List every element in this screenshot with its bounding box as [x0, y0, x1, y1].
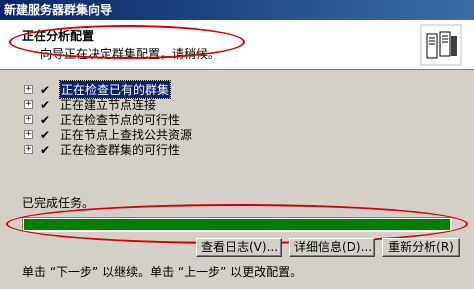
checkmark-icon: ✔	[40, 97, 51, 112]
expand-icon[interactable]: +	[24, 130, 33, 139]
checkmark-icon: ✔	[40, 112, 51, 127]
window-title: 新建服务器群集向导	[4, 3, 113, 17]
task-item[interactable]: + ✔ 正在检查节点的可行性	[24, 112, 192, 127]
details-button[interactable]: 详细信息(D)...	[289, 238, 375, 257]
progress-bar	[22, 217, 452, 232]
task-item[interactable]: + ✔ 正在建立节点连接	[24, 97, 192, 112]
expand-icon[interactable]: +	[24, 85, 33, 94]
checkmark-icon: ✔	[40, 127, 51, 142]
expand-icon[interactable]: +	[24, 115, 33, 124]
task-item[interactable]: + ✔ 正在节点上查找公共资源	[24, 127, 192, 142]
reanalyze-button[interactable]: 重新分析(R)	[382, 238, 460, 257]
task-list: + ✔ 正在检查已有的群集 + ✔ 正在建立节点连接 + ✔ 正在检查节点的可行…	[24, 80, 192, 157]
task-item[interactable]: + ✔ 正在检查已有的群集	[24, 80, 192, 99]
progress-fill	[24, 219, 450, 230]
status-text: 已完成任务。	[22, 196, 95, 210]
checkmark-icon: ✔	[40, 82, 51, 97]
task-item[interactable]: + ✔ 正在检查群集的可行性	[24, 142, 192, 157]
window-title-bar[interactable]: 新建服务器群集向导	[0, 0, 474, 20]
task-label[interactable]: 正在检查群集的可行性	[60, 141, 180, 158]
expand-icon[interactable]: +	[24, 145, 33, 154]
footer-instructions: 单击 “下一步” 以继续。单击 “上一步” 以更改配置。	[22, 265, 303, 279]
view-log-button[interactable]: 查看日志(V)...	[196, 238, 282, 257]
page-subtitle: 向导正在决定群集配置，请稍候。	[40, 47, 221, 61]
server-cluster-icon	[420, 24, 462, 66]
wizard-header: 正在分析配置 向导正在决定群集配置，请稍候。	[0, 20, 474, 70]
checkmark-icon: ✔	[40, 142, 51, 157]
page-title: 正在分析配置	[22, 29, 95, 43]
expand-icon[interactable]: +	[24, 100, 33, 109]
